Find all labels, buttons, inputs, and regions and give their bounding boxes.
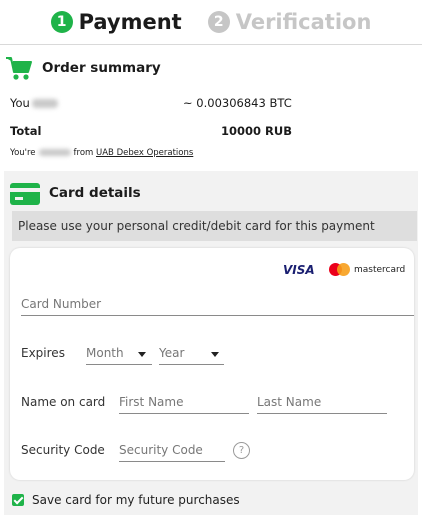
visa-logo: VISA: [283, 263, 315, 277]
save-card-option[interactable]: Save card for my future purchases: [12, 493, 240, 507]
step-verification: 2 Verification: [207, 10, 372, 34]
save-card-checkbox[interactable]: [12, 494, 24, 506]
step-number-2: 2: [207, 11, 230, 33]
year-dropdown-caret-icon: [211, 352, 219, 357]
amount-value: ~ 0.00306843 BTC: [183, 96, 292, 110]
mastercard-icon: [329, 263, 351, 276]
credit-card-icon: [10, 183, 40, 205]
year-value: Year: [159, 346, 185, 360]
save-card-label: Save card for my future purchases: [32, 493, 240, 507]
card-number-input[interactable]: Card Number: [21, 297, 414, 316]
mastercard-text: mastercard: [354, 264, 406, 275]
help-icon[interactable]: ?: [233, 442, 250, 459]
merchant-note: You're from UAB Debex Operations: [10, 148, 193, 158]
card-form: VISA mastercard Card Number Expires Mont…: [10, 248, 414, 480]
security-code-label: Security Code: [21, 443, 105, 457]
month-dropdown-caret-icon: [138, 352, 146, 357]
mastercard-logo: mastercard: [329, 263, 405, 276]
step-label-payment: Payment: [78, 10, 182, 34]
step-label-verification: Verification: [235, 10, 372, 34]
step-payment: 1 Payment: [50, 10, 182, 34]
card-details-title: Card details: [49, 185, 141, 201]
order-summary-title: Order summary: [42, 60, 161, 76]
note-prefix: You're: [10, 148, 36, 158]
first-name-input[interactable]: First Name: [119, 395, 249, 414]
note-from: from: [73, 148, 94, 158]
company-link[interactable]: UAB Debex Operations: [96, 148, 193, 158]
you-text: You: [10, 96, 30, 110]
month-value: Month: [86, 346, 124, 360]
security-code-input[interactable]: Security Code: [119, 443, 225, 462]
checkout-steps: 1 Payment 2 Verification: [0, 0, 422, 45]
last-name-input[interactable]: Last Name: [257, 395, 387, 414]
redacted-text: [31, 99, 58, 108]
card-details-section: Card details Please use your personal cr…: [4, 171, 418, 515]
total-value: 10000 RUB: [221, 124, 292, 138]
step-number-1: 1: [50, 11, 73, 33]
you-label: You: [10, 96, 58, 110]
total-label: Total: [10, 124, 42, 138]
cart-icon: [5, 56, 33, 86]
expires-label: Expires: [21, 346, 65, 360]
personal-card-notice: Please use your personal credit/debit ca…: [12, 211, 417, 241]
name-on-card-label: Name on card: [21, 395, 106, 409]
redacted-text: [38, 149, 71, 156]
